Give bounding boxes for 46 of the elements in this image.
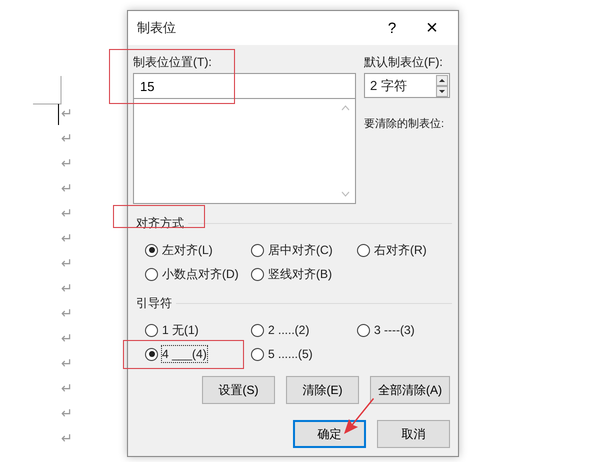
paragraph-mark: ↵ — [61, 229, 73, 248]
paragraph-mark: ↵ — [61, 404, 73, 423]
radio-option[interactable]: 4 ___(4) — [145, 346, 251, 362]
field-label: 默认制表位(F): — [364, 54, 444, 71]
field-label: 制表位位置(T): — [133, 54, 213, 71]
field-label: 要清除的制表位: — [364, 117, 446, 132]
action-button[interactable]: 清除(E) — [286, 376, 359, 404]
window-title: 制表位 — [137, 19, 177, 37]
paragraph-mark: ↵ — [61, 129, 73, 148]
radio-option[interactable]: 居中对齐(C) — [251, 242, 357, 258]
spin-up-icon[interactable] — [436, 74, 448, 86]
paragraph-mark: ↵ — [61, 379, 73, 398]
spinner-field[interactable]: 2 字符 — [364, 73, 450, 98]
scroll-up-icon[interactable] — [341, 105, 350, 111]
action-button[interactable]: 设置(S) — [202, 376, 275, 404]
action-button[interactable]: 全部清除(A) — [370, 376, 450, 404]
help-button[interactable]: ? — [372, 13, 412, 43]
radio-option[interactable]: 右对齐(R) — [357, 242, 453, 258]
paragraph-mark: ↵ — [61, 154, 73, 173]
close-button[interactable]: × — [412, 13, 452, 43]
text-cursor — [58, 104, 59, 125]
radio-option[interactable]: 1 无(1) — [145, 322, 251, 338]
paragraph-mark: ↵ — [61, 429, 73, 448]
paragraph-mark: ↵ — [61, 254, 73, 273]
paragraph-mark: ↵ — [61, 279, 73, 298]
paragraph-mark: ↵ — [61, 179, 73, 198]
radio-option[interactable]: 5 ......(5) — [251, 346, 357, 362]
margin-corner-icon — [33, 76, 63, 106]
radio-option[interactable]: 左对齐(L) — [145, 242, 251, 258]
radio-option[interactable]: 竖线对齐(B) — [251, 266, 357, 282]
annotation-arrow — [343, 397, 375, 435]
input-field[interactable]: 15 — [133, 73, 356, 99]
group-title: 引导符 — [136, 295, 172, 312]
radio-option[interactable]: 小数点对齐(D) — [145, 266, 251, 282]
radio-option[interactable]: 3 ----(3) — [357, 322, 453, 338]
paragraph-mark: ↵ — [61, 104, 73, 123]
paragraph-mark: ↵ — [61, 354, 73, 373]
paragraph-mark: ↵ — [61, 329, 73, 348]
cancel-button[interactable]: 取消 — [377, 420, 450, 448]
radio-option[interactable]: 2 .....(2) — [251, 322, 357, 338]
ok-button[interactable]: 确定 — [293, 420, 366, 448]
spin-down-icon[interactable] — [436, 86, 448, 96]
paragraph-mark: ↵ — [61, 304, 73, 323]
paragraph-mark: ↵ — [61, 204, 73, 223]
scroll-down-icon[interactable] — [341, 191, 350, 197]
tab-stop-list[interactable] — [133, 99, 356, 204]
